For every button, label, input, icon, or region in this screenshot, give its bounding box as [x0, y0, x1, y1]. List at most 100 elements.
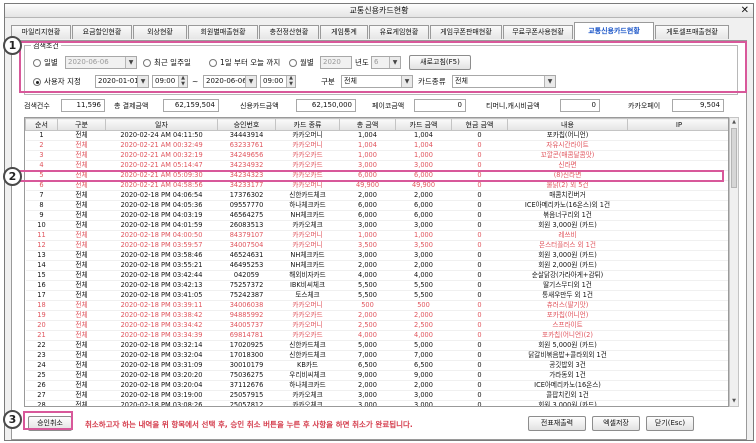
table-row[interactable]: 7 전체 2020-02-18 PM 04:06:54 17376302 신한카드체크 2… — [25, 190, 728, 201]
col-no[interactable]: 순서 — [25, 118, 58, 131]
table-cell: 2020-02-18 PM 03:34:39 — [105, 330, 218, 341]
table-row[interactable]: 11 전체 2020-02-18 PM 04:00:50 84379107 카카오머니 1… — [25, 230, 728, 241]
tab-fare-discount[interactable]: 요금할인현황 — [72, 25, 132, 39]
table-cell: 전체 — [57, 280, 106, 291]
table-cell: 전체 — [57, 290, 106, 301]
table-row[interactable]: 1 전체 2020-02-24 AM 04:11:50 34443914 카카오머니 1,… — [25, 130, 728, 141]
table-cell: 2,000 — [395, 380, 452, 391]
table-cell: 75036275 — [217, 370, 276, 381]
tab-getoself-sales[interactable]: 게토셀프매출현황 — [655, 25, 729, 39]
table-cell: 2020-02-18 PM 03:58:46 — [105, 250, 218, 261]
table-cell: 전체 — [57, 250, 106, 261]
table-row[interactable]: 24 전체 2020-02-18 PM 03:31:09 30010179 KB카드 6,… — [25, 360, 728, 371]
col-ip[interactable]: IP — [627, 118, 728, 131]
table-cell: 0 — [451, 240, 508, 251]
table-cell: NH체크카드 — [275, 210, 340, 221]
table-cell: 9 — [25, 210, 58, 221]
table-row[interactable]: 27 전체 2020-02-18 PM 03:19:00 25057915 카카오체크 3… — [25, 390, 728, 401]
table-cell: 포카칩(어니언)(2) — [507, 330, 628, 341]
tab-game-coupon-sales[interactable]: 게임쿠폰판매현황 — [430, 25, 502, 39]
table-cell: 3,500 — [395, 240, 452, 251]
col-card-amount[interactable]: 카드 금액 — [395, 118, 452, 131]
table-row[interactable]: 17 전체 2020-02-18 PM 03:41:05 75242387 토스체크 5,… — [25, 290, 728, 301]
col-description[interactable]: 내용 — [507, 118, 628, 131]
table-cell: 2 — [25, 140, 58, 151]
table-row[interactable]: 18 전체 2020-02-18 PM 03:39:11 34006038 카카오머니 5… — [25, 300, 728, 311]
table-cell: 37112676 — [217, 380, 276, 391]
kakaopay-value: 9,504 — [672, 99, 724, 112]
table-cell: 전체 — [57, 370, 106, 381]
table-cell: 24 — [25, 360, 58, 371]
table-row[interactable]: 3 전체 2020-02-21 AM 00:32:19 34249656 카카오카드 1,… — [25, 150, 728, 161]
table-cell: 3,000 — [339, 400, 396, 406]
tab-transit-credit-card[interactable]: 교통신용카드현황 — [574, 22, 654, 40]
table-cell — [627, 180, 728, 191]
table-row[interactable]: 16 전체 2020-02-18 PM 03:42:13 75257372 IBK비씨체… — [25, 280, 728, 291]
table-row[interactable]: 2 전체 2020-02-21 AM 00:32:49 63233761 카카오머니 1,… — [25, 140, 728, 151]
table-cell: 2020-02-18 PM 04:01:59 — [105, 220, 218, 231]
table-row[interactable]: 12 전체 2020-02-18 PM 03:59:57 34007504 카카오머니 3… — [25, 240, 728, 251]
table-cell: ICE아메리카노(16온스) — [507, 380, 628, 391]
total-value: 62,159,504 — [163, 99, 219, 112]
tab-member-sales[interactable]: 회원별매출현황 — [188, 25, 258, 39]
tab-free-coupon-usage[interactable]: 무료쿠폰사용현황 — [503, 25, 573, 39]
tab-mileage[interactable]: 마일리지현황 — [11, 25, 71, 39]
table-row[interactable]: 10 전체 2020-02-18 PM 04:01:59 26083513 카카오체크 3… — [25, 220, 728, 231]
table-cell: 17020925 — [217, 340, 276, 351]
table-cell: 회원 5,000원 (카드) — [507, 340, 628, 351]
step-badge-1: 1 — [3, 36, 22, 55]
col-total[interactable]: 총 금액 — [339, 118, 396, 131]
tab-credit[interactable]: 외상현황 — [133, 25, 187, 39]
close-icon[interactable]: ✕ — [741, 4, 749, 18]
col-approval-no[interactable]: 승인번호 — [217, 118, 276, 131]
table-row[interactable]: 4 전체 2020-02-21 AM 05:14:47 34234932 카카오카드 3,… — [25, 160, 728, 171]
scroll-up-icon[interactable]: ▲ — [730, 118, 738, 127]
total-label: 총 결제금액 — [114, 102, 149, 110]
excel-save-button[interactable]: 엑셀저장 — [592, 416, 640, 431]
table-row[interactable]: 13 전체 2020-02-18 PM 03:58:46 46524631 NH체크카드… — [25, 250, 728, 261]
table-row[interactable]: 21 전체 2020-02-18 PM 03:34:39 69814781 카카오카드 4… — [25, 330, 728, 341]
table-row[interactable]: 26 전체 2020-02-18 PM 03:20:04 37112676 하나체크카드… — [25, 380, 728, 391]
table-cell: 0 — [451, 230, 508, 241]
table-row[interactable]: 14 전체 2020-02-18 PM 03:55:21 46495253 NH체크카드… — [25, 260, 728, 271]
table-cell: 19 — [25, 310, 58, 321]
tab-paid-game[interactable]: 유료게임현황 — [369, 25, 429, 39]
table-cell: 7,000 — [339, 350, 396, 361]
table-row[interactable]: 25 전체 2020-02-18 PM 03:20:20 75036275 우리비씨체크… — [25, 370, 728, 381]
table-row[interactable]: 15 전체 2020-02-18 PM 03:42:44 042059 해외비자카드 4,… — [25, 270, 728, 281]
table-row[interactable]: 22 전체 2020-02-18 PM 03:32:14 17020925 신한카드체크… — [25, 340, 728, 351]
table-row[interactable]: 6 전체 2020-02-21 AM 04:58:56 34233177 카카오머니 49… — [25, 180, 728, 191]
table-cell: 3,000 — [395, 400, 452, 406]
scroll-down-icon[interactable]: ▼ — [730, 397, 738, 406]
table-cell: 카카오머니 — [275, 240, 340, 251]
table-row[interactable]: 20 전체 2020-02-18 PM 03:34:42 34005737 카카오머니 2… — [25, 320, 728, 331]
table-cell: 75257372 — [217, 280, 276, 291]
count-value: 11,596 — [61, 99, 105, 112]
table-cell: 2020-02-18 PM 04:06:54 — [105, 190, 218, 201]
table-cell: 레쓰비 — [507, 230, 628, 241]
table-cell: 12 — [25, 240, 58, 251]
table-cell: 순살닭강(가라아게+감튀) — [507, 270, 628, 281]
col-card-type[interactable]: 카드 종류 — [275, 118, 340, 131]
table-row[interactable]: 9 전체 2020-02-18 PM 04:03:19 46564275 NH체크카드 6… — [25, 210, 728, 221]
table-cell: 회원 3,000원 (카드) — [507, 400, 628, 406]
col-cash-amount[interactable]: 현금 금액 — [451, 118, 508, 131]
table-cell: 3,000 — [395, 250, 452, 261]
table-row[interactable]: 23 전체 2020-02-18 PM 03:32:04 17018300 신한카드체크… — [25, 350, 728, 361]
table-cell: 0 — [451, 340, 508, 351]
table-cell: 0 — [451, 250, 508, 261]
col-category[interactable]: 구분 — [57, 118, 106, 131]
table-cell: 0 — [451, 260, 508, 271]
tab-charge-settlement[interactable]: 충전정산현황 — [259, 25, 319, 39]
table-row[interactable]: 28 전체 2020-02-18 PM 03:08:26 25057812 카카오체크 3… — [25, 400, 728, 406]
step-badge-3: 3 — [3, 410, 22, 429]
table-cell: 0 — [451, 190, 508, 201]
scroll-thumb[interactable] — [731, 128, 737, 188]
col-date[interactable]: 일자 — [105, 118, 218, 131]
reprint-button[interactable]: 전표재출력 — [528, 416, 586, 431]
table-row[interactable]: 19 전체 2020-02-18 PM 03:38:42 94885992 카카오카드 2… — [25, 310, 728, 321]
tab-game-stats[interactable]: 게임통계 — [320, 25, 368, 39]
table-row[interactable]: 8 전체 2020-02-18 PM 04:05:36 09557770 하나체크카드 6… — [25, 200, 728, 211]
table-scrollbar[interactable]: ▲ ▼ — [729, 117, 739, 407]
close-button[interactable]: 닫기(Esc) — [646, 416, 694, 431]
